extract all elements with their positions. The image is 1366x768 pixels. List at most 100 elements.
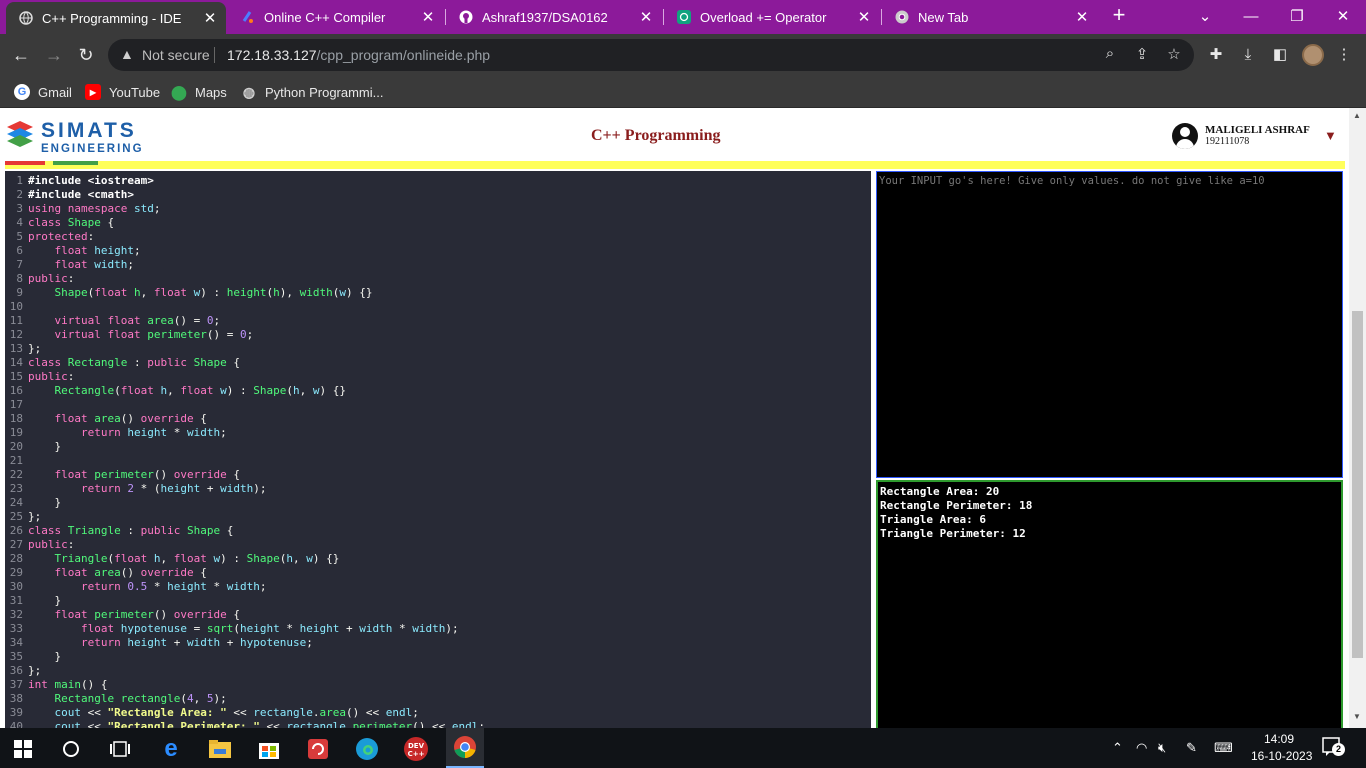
code-line[interactable]: 22 float perimeter() override { bbox=[5, 468, 871, 482]
code-line[interactable]: 36}; bbox=[5, 664, 871, 678]
security-label[interactable]: Not secure bbox=[142, 47, 210, 63]
forward-arrow-icon[interactable]: → bbox=[42, 43, 66, 67]
code-text[interactable]: float width; bbox=[28, 258, 135, 272]
code-text[interactable]: Rectangle(float h, float w) : Shape(h, w… bbox=[28, 384, 346, 398]
code-text[interactable]: class Rectangle : public Shape { bbox=[28, 356, 240, 370]
tab-online-compiler[interactable]: Online C++ Compiler ✕ bbox=[228, 0, 444, 34]
code-text[interactable]: float height; bbox=[28, 244, 141, 258]
tab-close-icon[interactable]: ✕ bbox=[1072, 8, 1092, 26]
url-bar[interactable]: ▲ Not secure 172.18.33.127/cpp_program/o… bbox=[108, 39, 1194, 71]
code-text[interactable]: return 0.5 * height * width; bbox=[28, 580, 267, 594]
code-line[interactable]: 26 class Triangle : public Shape { bbox=[5, 524, 871, 538]
code-text[interactable]: class Triangle : public Shape { bbox=[28, 524, 233, 538]
reload-icon[interactable]: ↻ bbox=[74, 43, 98, 67]
code-line[interactable]: 16 Rectangle(float h, float w) : Shape(h… bbox=[5, 384, 871, 398]
keyboard-icon[interactable]: ⌨ bbox=[1214, 740, 1233, 756]
microsoft-store-icon[interactable] bbox=[254, 734, 284, 764]
code-text[interactable]: public: bbox=[28, 272, 74, 286]
zoom-icon[interactable]: ⌕ bbox=[1100, 45, 1120, 62]
user-icon[interactable] bbox=[1172, 123, 1198, 149]
clock-date[interactable]: 16-10-2023 bbox=[1251, 749, 1312, 763]
code-text[interactable]: #include <cmath> bbox=[28, 188, 134, 202]
code-line[interactable]: 30 return 0.5 * height * width; bbox=[5, 580, 871, 594]
kebab-menu-icon[interactable]: ⋮ bbox=[1332, 43, 1356, 67]
code-text[interactable]: cout << "Rectangle Perimeter: " << recta… bbox=[28, 720, 486, 728]
code-text[interactable]: Shape(float h, float w) : height(h), wid… bbox=[28, 286, 373, 300]
notifications-icon[interactable]: 2 bbox=[1322, 737, 1345, 757]
code-line[interactable]: 37 int main() { bbox=[5, 678, 871, 692]
code-line[interactable]: 19 return height * width; bbox=[5, 426, 871, 440]
tray-chevron-icon[interactable]: ⌃ bbox=[1112, 740, 1123, 756]
tab-overload[interactable]: Overload += Operator ✕ bbox=[664, 0, 880, 34]
code-text[interactable]: float area() override { bbox=[28, 566, 207, 580]
code-text[interactable]: return height + width + hypotenuse; bbox=[28, 636, 313, 650]
code-line[interactable]: 1 #include <iostream> bbox=[5, 174, 871, 188]
tab-close-icon[interactable]: ✕ bbox=[418, 8, 438, 26]
extensions-puzzle-icon[interactable]: ✚ bbox=[1204, 43, 1228, 67]
code-line[interactable]: 38 Rectangle rectangle(4, 5); bbox=[5, 692, 871, 706]
code-line[interactable]: 35 } bbox=[5, 650, 871, 664]
edge-legacy-icon[interactable]: e bbox=[156, 734, 186, 764]
url-text[interactable]: 172.18.33.127/cpp_program/onlineide.php bbox=[227, 47, 490, 63]
tab-cpp-ide[interactable]: C++ Programming - IDE ✕ bbox=[6, 2, 226, 34]
code-line[interactable]: 2 #include <cmath> bbox=[5, 188, 871, 202]
code-text[interactable]: } bbox=[28, 650, 62, 664]
program-input-area[interactable]: Your INPUT go's here! Give only values. … bbox=[876, 171, 1343, 478]
code-text[interactable]: virtual float perimeter() = 0; bbox=[28, 328, 254, 342]
search-circle-icon[interactable] bbox=[56, 734, 86, 764]
code-line[interactable]: 5 protected: bbox=[5, 230, 871, 244]
edge-icon[interactable] bbox=[352, 734, 382, 764]
download-icon[interactable]: ⤓ bbox=[1236, 43, 1260, 67]
code-line[interactable]: 4 class Shape { bbox=[5, 216, 871, 230]
code-line[interactable]: 15 public: bbox=[5, 370, 871, 384]
file-explorer-icon[interactable] bbox=[205, 734, 235, 764]
scroll-down-arrow-icon[interactable]: ▼ bbox=[1353, 712, 1361, 721]
tab-close-icon[interactable]: ✕ bbox=[200, 9, 220, 27]
code-text[interactable]: cout << "Rectangle Area: " << rectangle.… bbox=[28, 706, 419, 720]
code-line[interactable]: 10 bbox=[5, 300, 871, 314]
code-line[interactable]: 33 float hypotenuse = sqrt(height * heig… bbox=[5, 622, 871, 636]
code-text[interactable]: }; bbox=[28, 510, 41, 524]
close-window-icon[interactable]: ✕ bbox=[1320, 0, 1366, 32]
profile-avatar[interactable] bbox=[1302, 44, 1324, 66]
page-scrollbar[interactable]: ▲ ▼ bbox=[1349, 108, 1366, 728]
volume-muted-icon[interactable]: 🔇︎ bbox=[1158, 740, 1166, 756]
code-line[interactable]: 11 virtual float area() = 0; bbox=[5, 314, 871, 328]
code-text[interactable]: } bbox=[28, 594, 62, 608]
share-icon[interactable]: ⇪ bbox=[1132, 45, 1152, 63]
side-panel-icon[interactable]: ◧ bbox=[1268, 43, 1292, 67]
code-text[interactable]: using namespace std; bbox=[28, 202, 160, 216]
dev-cpp-icon[interactable]: DEV C++ bbox=[401, 734, 431, 764]
code-line[interactable]: 24 } bbox=[5, 496, 871, 510]
code-line[interactable]: 34 return height + width + hypotenuse; bbox=[5, 636, 871, 650]
code-editor[interactable]: 1 #include <iostream> 2 #include <cmath> 3 us… bbox=[5, 171, 871, 728]
code-text[interactable]: public: bbox=[28, 538, 74, 552]
minimize-icon[interactable]: — bbox=[1228, 0, 1274, 32]
code-line[interactable]: 6 float height; bbox=[5, 244, 871, 258]
back-arrow-icon[interactable]: ← bbox=[9, 43, 33, 67]
code-text[interactable]: virtual float area() = 0; bbox=[28, 314, 221, 328]
code-text[interactable]: class Shape { bbox=[28, 216, 114, 230]
restore-icon[interactable]: ❐ bbox=[1274, 0, 1320, 32]
code-line[interactable]: 28 Triangle(float h, float w) : Shape(h,… bbox=[5, 552, 871, 566]
code-line[interactable]: 12 virtual float perimeter() = 0; bbox=[5, 328, 871, 342]
code-text[interactable]: }; bbox=[28, 664, 41, 678]
code-line[interactable]: 18 float area() override { bbox=[5, 412, 871, 426]
code-line[interactable]: 9 Shape(float h, float w) : height(h), w… bbox=[5, 286, 871, 300]
code-text[interactable]: float hypotenuse = sqrt(height * height … bbox=[28, 622, 459, 636]
code-line[interactable]: 17 bbox=[5, 398, 871, 412]
tab-close-icon[interactable]: ✕ bbox=[854, 8, 874, 26]
code-text[interactable]: } bbox=[28, 440, 62, 454]
code-text[interactable]: Rectangle rectangle(4, 5); bbox=[28, 692, 227, 706]
bookmark-gmail[interactable]: G Gmail bbox=[14, 82, 72, 102]
bookmark-youtube[interactable]: ▶ YouTube bbox=[85, 82, 160, 102]
code-text[interactable]: #include <iostream> bbox=[28, 174, 154, 188]
bookmark-star-icon[interactable]: ☆ bbox=[1164, 45, 1184, 63]
wifi-icon[interactable]: ◠ bbox=[1136, 740, 1147, 756]
code-line[interactable]: 20 } bbox=[5, 440, 871, 454]
code-line[interactable]: 21 bbox=[5, 454, 871, 468]
code-line[interactable]: 32 float perimeter() override { bbox=[5, 608, 871, 622]
code-line[interactable]: 13}; bbox=[5, 342, 871, 356]
bookmark-python[interactable]: ◍ Python Programmi... bbox=[241, 82, 384, 102]
code-text[interactable]: protected: bbox=[28, 230, 94, 244]
